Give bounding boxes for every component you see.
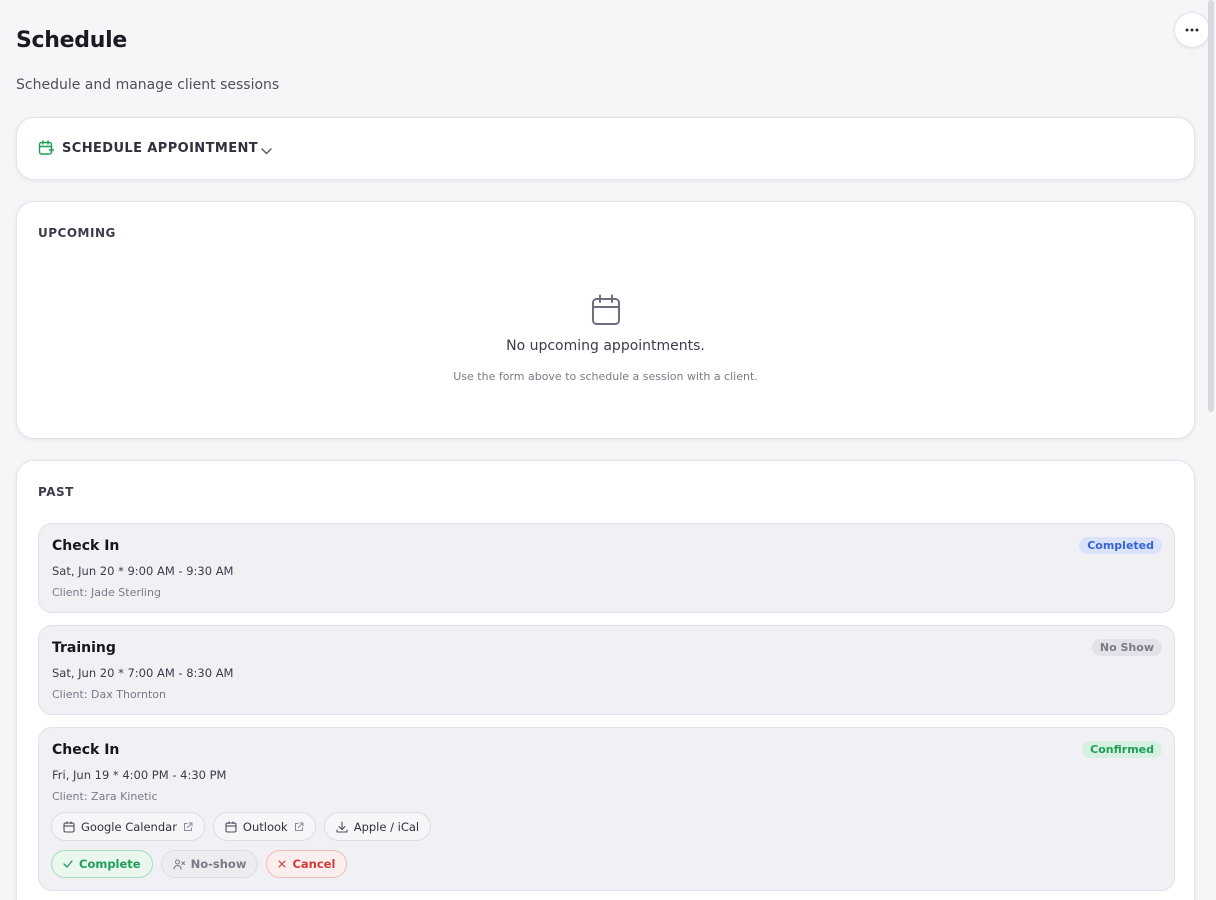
page-header: Schedule Schedule and manage client sess…: [16, 0, 1210, 110]
appointment-actions: Complete No-show Cancel: [51, 850, 348, 878]
empty-state-hint: Use the form above to schedule a session…: [453, 370, 758, 383]
external-link-icon: [294, 822, 304, 831]
appointment-time: Fri, Jun 19 * 4:00 PM - 4:30 PM: [52, 768, 227, 782]
schedule-appointment-card: SCHEDULE APPOINTMENT: [16, 117, 1195, 180]
complete-button[interactable]: Complete: [51, 850, 153, 878]
appointment-item[interactable]: Check In Sat, Jun 20 * 9:00 AM - 9:30 AM…: [38, 523, 1175, 613]
status-badge: Completed: [1079, 537, 1162, 554]
page-scrollbar[interactable]: [1208, 0, 1214, 412]
appointment-title: Training: [52, 640, 116, 656]
more-horizontal-icon: [1185, 28, 1199, 32]
past-heading: PAST: [38, 485, 74, 499]
outlook-label: Outlook: [242, 819, 288, 834]
page-subtitle: Schedule and manage client sessions: [16, 77, 280, 93]
status-badge: Confirmed: [1082, 741, 1162, 758]
download-icon: [336, 820, 348, 833]
close-icon: [278, 860, 287, 868]
complete-label: Complete: [79, 857, 141, 871]
more-options-button[interactable]: [1174, 12, 1210, 48]
upcoming-heading: UPCOMING: [38, 226, 116, 240]
appointment-time: Sat, Jun 20 * 9:00 AM - 9:30 AM: [52, 564, 234, 578]
schedule-appointment-toggle[interactable]: SCHEDULE APPOINTMENT: [38, 140, 272, 156]
apple-ical-label: Apple / iCal: [353, 819, 420, 834]
upcoming-section: UPCOMING No upcoming appointments. Use t…: [16, 201, 1195, 439]
google-calendar-button[interactable]: Google Calendar: [51, 812, 205, 841]
appointment-client: Client: Dax Thornton: [52, 688, 167, 701]
page-title: Schedule: [16, 28, 127, 53]
status-badge: No Show: [1091, 639, 1162, 656]
cancel-button[interactable]: Cancel: [266, 850, 348, 878]
check-icon: [63, 860, 73, 868]
google-calendar-label: Google Calendar: [81, 819, 177, 834]
apple-ical-button[interactable]: Apple / iCal: [323, 812, 432, 841]
calendar-icon: [591, 294, 620, 325]
appointment-title: Check In: [52, 742, 120, 758]
calendar-icon: [225, 821, 237, 833]
cancel-label: Cancel: [292, 857, 336, 871]
calendar-links: Google Calendar Outlook Apple / iCal: [51, 812, 432, 841]
no-show-button[interactable]: No-show: [160, 850, 259, 878]
no-show-label: No-show: [190, 857, 247, 871]
appointment-item[interactable]: Training Sat, Jun 20 * 7:00 AM - 8:30 AM…: [38, 625, 1175, 715]
outlook-button[interactable]: Outlook: [212, 812, 316, 841]
calendar-icon: [63, 821, 75, 833]
appointment-title: Check In: [52, 538, 120, 554]
past-section: PAST Check In Sat, Jun 20 * 9:00 AM - 9:…: [16, 460, 1195, 900]
appointment-time: Sat, Jun 20 * 7:00 AM - 8:30 AM: [52, 666, 234, 680]
chevron-down-icon: [261, 148, 272, 155]
upcoming-empty-state: No upcoming appointments. Use the form a…: [17, 294, 1194, 383]
appointment-item: Check In Fri, Jun 19 * 4:00 PM - 4:30 PM…: [38, 727, 1175, 891]
external-link-icon: [183, 822, 193, 831]
schedule-page: Schedule Schedule and manage client sess…: [16, 0, 1210, 900]
schedule-appointment-label: SCHEDULE APPOINTMENT: [62, 140, 259, 156]
user-x-icon: [173, 858, 185, 870]
empty-state-title: No upcoming appointments.: [506, 338, 705, 354]
appointment-client: Client: Jade Sterling: [52, 586, 161, 599]
appointment-client: Client: Zara Kinetic: [52, 790, 158, 803]
calendar-plus-icon: [38, 140, 54, 155]
